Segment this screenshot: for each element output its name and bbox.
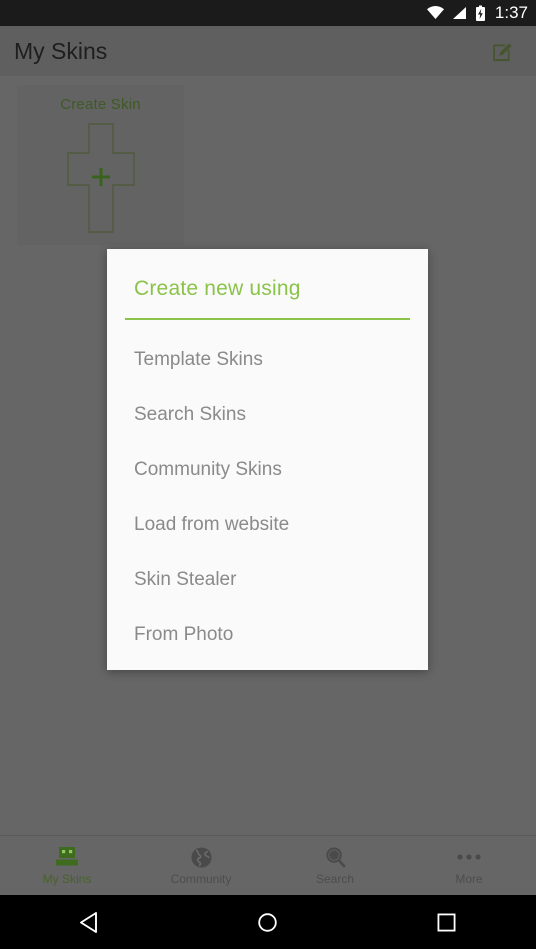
dialog-item-from-photo[interactable]: From Photo [107, 607, 428, 662]
status-bar-clock: 1:37 [494, 3, 528, 22]
edit-icon[interactable] [490, 38, 516, 64]
dialog-item-search-skins[interactable]: Search Skins [107, 387, 428, 442]
dialog-item-skin-stealer[interactable]: Skin Stealer [107, 552, 428, 607]
home-circle-icon[interactable] [238, 895, 298, 949]
tab-search[interactable]: Search [268, 836, 402, 895]
tab-my-skins[interactable]: My Skins [0, 836, 134, 895]
create-new-dialog: Create new using Template Skins Search S… [107, 249, 428, 670]
battery-charging-icon [475, 5, 486, 22]
dialog-item-load-from-website[interactable]: Load from website [107, 497, 428, 552]
dialog-title: Create new using [134, 277, 301, 300]
create-skin-card[interactable]: Create Skin [17, 85, 184, 245]
dialog-item-community-skins[interactable]: Community Skins [107, 442, 428, 497]
back-triangle-icon[interactable] [59, 895, 119, 949]
tab-more[interactable]: More [402, 836, 536, 895]
dialog-item-template-skins[interactable]: Template Skins [107, 332, 428, 387]
status-bar: 1:37 [0, 0, 536, 26]
dialog-option-list: Template Skins Search Skins Community Sk… [107, 320, 428, 662]
overflow-dots-icon [456, 845, 482, 869]
tab-label: Search [315, 872, 355, 886]
wifi-icon [426, 6, 445, 20]
recents-square-icon[interactable] [417, 895, 477, 949]
tab-label: More [455, 872, 483, 886]
android-navigation-bar [0, 895, 536, 949]
cellular-signal-icon [452, 6, 468, 20]
bottom-tab-bar: My Skins Community Search More [0, 835, 536, 895]
app-bar: My Skins [0, 26, 536, 76]
tab-label: Community [170, 872, 232, 886]
tab-label: My Skins [42, 872, 92, 886]
create-skin-label: Create Skin [60, 96, 141, 113]
tab-community[interactable]: Community [134, 836, 268, 895]
phone-screen: 1:37 My Skins Create Skin My Skins Commu… [0, 0, 536, 949]
page-title: My Skins [14, 37, 108, 64]
skin-net-plus-icon [17, 123, 184, 233]
magnifier-icon [324, 845, 347, 869]
minecraft-head-icon [54, 845, 80, 869]
globe-icon [190, 845, 213, 869]
